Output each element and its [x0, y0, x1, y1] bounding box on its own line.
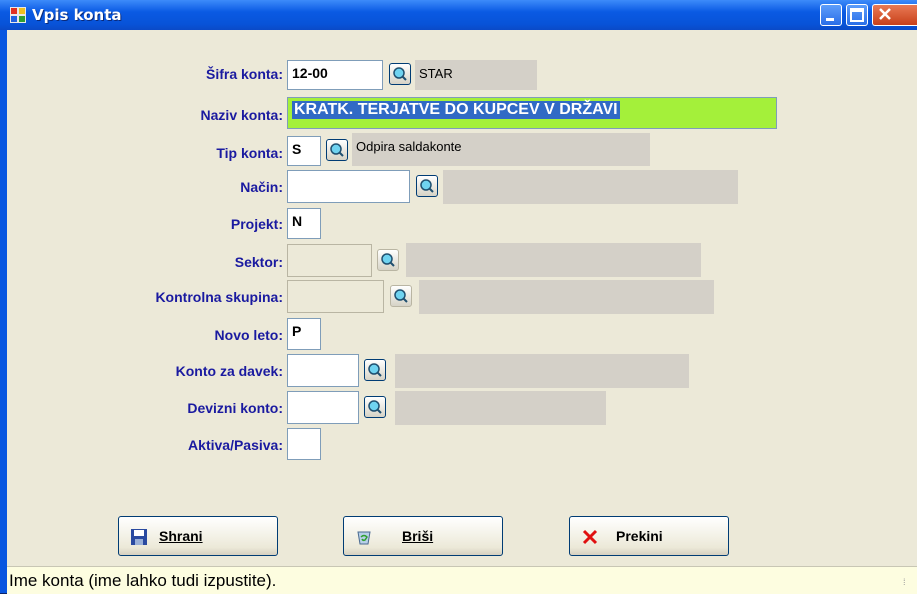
search-icon: [330, 143, 344, 157]
window: Vpis konta Šifra konta: 12-00 STAR Naziv…: [0, 0, 917, 594]
search-icon: [393, 67, 407, 81]
prekini-label: Prekini: [616, 528, 663, 544]
window-title: Vpis konta: [32, 6, 122, 24]
kontrolna-skupina-label: Kontrolna skupina:: [155, 289, 283, 305]
app-icon: [10, 7, 26, 23]
aktiva-pasiva-label: Aktiva/Pasiva:: [188, 437, 283, 453]
novo-leto-label: Novo leto:: [214, 327, 283, 343]
projekt-label: Projekt:: [230, 216, 283, 232]
status-bar: Ime konta (ime lahko tudi izpustite). ⁞: [7, 566, 917, 594]
shrani-label: Shrani: [159, 528, 203, 544]
minimize-icon: [826, 18, 834, 21]
konto-za-davek-input[interactable]: [287, 354, 359, 387]
save-icon: [131, 529, 147, 545]
search-icon: [368, 363, 382, 377]
sifra-konta-label: Šifra konta:: [205, 66, 283, 82]
prekini-button[interactable]: Prekini: [569, 516, 729, 556]
shrani-button[interactable]: Shrani: [118, 516, 278, 556]
devizni-lookup-button[interactable]: [364, 396, 386, 418]
sifra-konta-input[interactable]: 12-00: [287, 60, 383, 90]
devizni-description: [395, 391, 606, 425]
tip-konta-label: Tip konta:: [216, 145, 283, 161]
devizni-konto-input[interactable]: [287, 391, 359, 424]
tip-konta-input[interactable]: S: [287, 136, 321, 166]
tip-description: Odpira saldakonte: [352, 133, 650, 166]
search-icon: [381, 253, 395, 267]
close-icon: [879, 8, 891, 20]
cancel-x-icon: [582, 529, 598, 545]
sifra-description: STAR: [415, 60, 537, 90]
resize-grip-icon[interactable]: ⁞: [903, 577, 913, 589]
tip-lookup-button[interactable]: [326, 139, 348, 161]
nacin-label: Način:: [240, 179, 283, 195]
title-bar[interactable]: Vpis konta: [0, 0, 917, 30]
nacin-input[interactable]: [287, 170, 410, 203]
sektor-description: [406, 243, 701, 277]
maximize-button[interactable]: [846, 4, 868, 26]
sektor-label: Sektor:: [234, 254, 283, 270]
kontrolna-description: [419, 280, 714, 314]
sektor-lookup-button[interactable]: [377, 249, 399, 271]
devizni-konto-label: Devizni konto:: [187, 400, 283, 416]
recycle-bin-icon: [357, 531, 371, 545]
sifra-lookup-button[interactable]: [389, 63, 411, 85]
close-button[interactable]: [872, 4, 917, 26]
sektor-input[interactable]: [287, 244, 372, 277]
naziv-konta-input[interactable]: KRATK. TERJATVE DO KUPCEV V DRŽAVI: [287, 97, 777, 129]
status-text: Ime konta (ime lahko tudi izpustite).: [9, 571, 277, 590]
konto-davek-description: [395, 354, 689, 388]
projekt-input[interactable]: N: [287, 208, 321, 239]
kontrolna-skupina-input[interactable]: [287, 280, 384, 313]
maximize-icon: [850, 8, 864, 22]
novo-leto-input[interactable]: P: [287, 318, 321, 350]
aktiva-pasiva-input[interactable]: [287, 428, 321, 460]
konto-za-davek-label: Konto za davek:: [175, 363, 283, 379]
nacin-lookup-button[interactable]: [416, 175, 438, 197]
minimize-button[interactable]: [820, 4, 842, 26]
konto-davek-lookup-button[interactable]: [364, 359, 386, 381]
naziv-konta-label: Naziv konta:: [200, 107, 283, 123]
search-icon: [368, 400, 382, 414]
naziv-konta-selected-text: KRATK. TERJATVE DO KUPCEV V DRŽAVI: [292, 101, 620, 119]
search-icon: [420, 179, 434, 193]
brisi-label: Briši: [402, 528, 434, 544]
nacin-description: [443, 170, 738, 204]
search-icon: [394, 289, 408, 303]
kontrolna-lookup-button[interactable]: [390, 285, 412, 307]
brisi-button[interactable]: Briši: [343, 516, 503, 556]
